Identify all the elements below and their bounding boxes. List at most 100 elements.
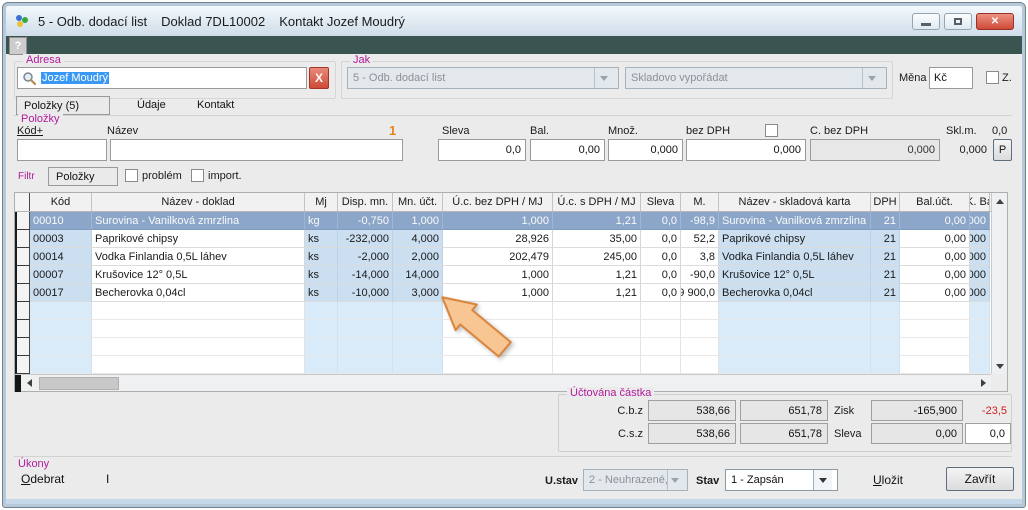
table-cell: -2,000 — [338, 248, 393, 266]
scroll-left-icon[interactable] — [21, 375, 37, 391]
stav-select[interactable]: 1 - Zapsán — [725, 469, 838, 491]
column-header[interactable]: Ú.c. s DPH / MJ — [553, 193, 641, 211]
summary-sleva-pct-input[interactable]: 0,0 — [965, 423, 1011, 444]
row-selector[interactable] — [15, 248, 30, 266]
column-header[interactable]: M. — [681, 193, 719, 211]
mena-input[interactable]: Kč — [929, 67, 973, 89]
table-row[interactable]: 00017Becherovka 0,04clks-10,0003,0001,00… — [15, 284, 991, 302]
horizontal-scrollbar[interactable] — [15, 374, 991, 391]
table-cell: 00014 — [30, 248, 92, 266]
settle-mode-select[interactable]: Skladovo vypořádat — [625, 67, 887, 89]
import-checkbox[interactable] — [191, 169, 204, 182]
ustav-select[interactable]: 2 - Neuhrazené, be: — [583, 469, 688, 491]
chevron-down-icon — [813, 470, 832, 490]
vertical-scrollbar[interactable] — [991, 193, 1007, 374]
row-selector[interactable] — [15, 284, 30, 302]
scroll-up-icon[interactable] — [992, 193, 1008, 209]
table-row[interactable]: 00007Krušovice 12° 0,5Lks-14,00014,0001,… — [15, 266, 991, 284]
title-bar[interactable]: 5 - Odb. dodací list Doklad 7DL10002 Kon… — [6, 6, 1022, 36]
table-row[interactable]: 00014Vodka Finlandia 0,5L láhevks-2,0002… — [15, 248, 991, 266]
column-header[interactable]: Název - doklad — [92, 193, 305, 211]
scroll-down-icon[interactable] — [992, 358, 1008, 374]
kod-input[interactable] — [17, 139, 107, 161]
row-selector[interactable] — [15, 338, 30, 356]
column-header[interactable]: K. Ba — [970, 193, 990, 211]
adresa-input[interactable]: Jozef Moudrý — [17, 67, 307, 89]
hscroll-thumb[interactable] — [39, 377, 119, 390]
minimize-button[interactable] — [912, 13, 940, 30]
filter-tab-polozky[interactable]: Položky — [48, 167, 118, 186]
table-cell: 28,926 — [443, 230, 553, 248]
row-selector[interactable] — [15, 356, 30, 374]
close-button[interactable]: ✕ — [976, 13, 1014, 30]
column-header[interactable]: Disp. mn. — [338, 193, 393, 211]
import-label: import. — [208, 170, 242, 182]
table-cell: 1,000 — [443, 212, 553, 230]
tab-udaje[interactable]: Údaje — [137, 99, 166, 111]
table-cell: 3,000 — [393, 284, 443, 302]
table-cell: Paprikové chipsy — [92, 230, 305, 248]
bezdph-input[interactable]: 0,000 — [686, 139, 806, 161]
table-cell: ks — [305, 266, 338, 284]
column-header[interactable]: Bal.účt. — [900, 193, 970, 211]
z-label: Z. — [1002, 72, 1012, 84]
sleva-input[interactable]: 0,0 — [438, 139, 526, 161]
zavrit-button[interactable]: Zavřít — [946, 467, 1014, 491]
column-header[interactable]: Mn. účt. — [393, 193, 443, 211]
table-cell: ks — [305, 248, 338, 266]
screenshot-stage: 5 - Odb. dodací list Doklad 7DL10002 Kon… — [0, 0, 1028, 510]
clear-adresa-button[interactable]: X — [309, 67, 329, 89]
table-cell: -98,9 — [681, 212, 719, 230]
table-cell — [681, 302, 719, 320]
table-cell: -232,000 — [338, 230, 393, 248]
table-cell — [92, 356, 305, 374]
bal-input[interactable]: 0,00 — [530, 139, 605, 161]
p-button[interactable]: P — [993, 139, 1012, 161]
odebrat-button[interactable]: Odebrat — [21, 472, 64, 486]
table-cell — [719, 338, 871, 356]
table-cell: 0,0000 — [970, 212, 990, 230]
column-header[interactable]: Sleva — [641, 193, 681, 211]
row-selector[interactable] — [15, 212, 30, 230]
maximize-button[interactable] — [944, 13, 972, 30]
table-cell: 21 — [871, 248, 900, 266]
row-selector[interactable] — [15, 320, 30, 338]
row-selector[interactable] — [15, 266, 30, 284]
table-cell: 0,00 — [900, 230, 970, 248]
row-selector[interactable] — [15, 230, 30, 248]
table-cell — [553, 302, 641, 320]
table-row[interactable]: 00003Paprikové chipsyks-232,0004,00028,9… — [15, 230, 991, 248]
table-cell: kg — [305, 212, 338, 230]
table-cell — [900, 356, 970, 374]
problem-checkbox[interactable] — [125, 169, 138, 182]
row-selector[interactable] — [15, 302, 30, 320]
table-row[interactable]: 00010Surovina - Vanilková zmrzlinakg-0,7… — [15, 212, 991, 230]
table-cell — [443, 302, 553, 320]
table-cell: 9 900,0 — [681, 284, 719, 302]
window-bottom-strip — [6, 499, 1022, 504]
column-header[interactable]: Mj — [305, 193, 338, 211]
table-cell: Becherovka 0,04cl — [92, 284, 305, 302]
column-header[interactable]: Kód — [30, 193, 92, 211]
nazev-input[interactable] — [110, 139, 403, 161]
table-cell: 0,0000 — [970, 248, 990, 266]
table-cell — [338, 356, 393, 374]
bezdph-checkbox[interactable] — [765, 124, 778, 137]
table-cell: -14,000 — [338, 266, 393, 284]
column-header[interactable]: Ú.c. bez DPH / MJ — [443, 193, 553, 211]
column-header[interactable]: Název - skladová karta — [719, 193, 871, 211]
mnoz-input[interactable]: 0,000 — [608, 139, 683, 161]
z-checkbox[interactable] — [986, 71, 999, 84]
help-button[interactable]: ? — [9, 37, 27, 55]
kod-label[interactable]: Kód+ — [17, 125, 43, 137]
table-cell — [393, 320, 443, 338]
ulozit-button[interactable]: Uložit — [873, 473, 903, 487]
column-header[interactable]: DPH — [871, 193, 900, 211]
polozky-section-line — [14, 115, 1012, 116]
table-cell — [641, 302, 681, 320]
scroll-right-icon[interactable] — [975, 375, 991, 391]
table-cell — [443, 320, 553, 338]
tab-kontakt[interactable]: Kontakt — [197, 99, 234, 111]
doc-type-select[interactable]: 5 - Odb. dodací list — [347, 67, 619, 89]
table-cell — [970, 338, 990, 356]
